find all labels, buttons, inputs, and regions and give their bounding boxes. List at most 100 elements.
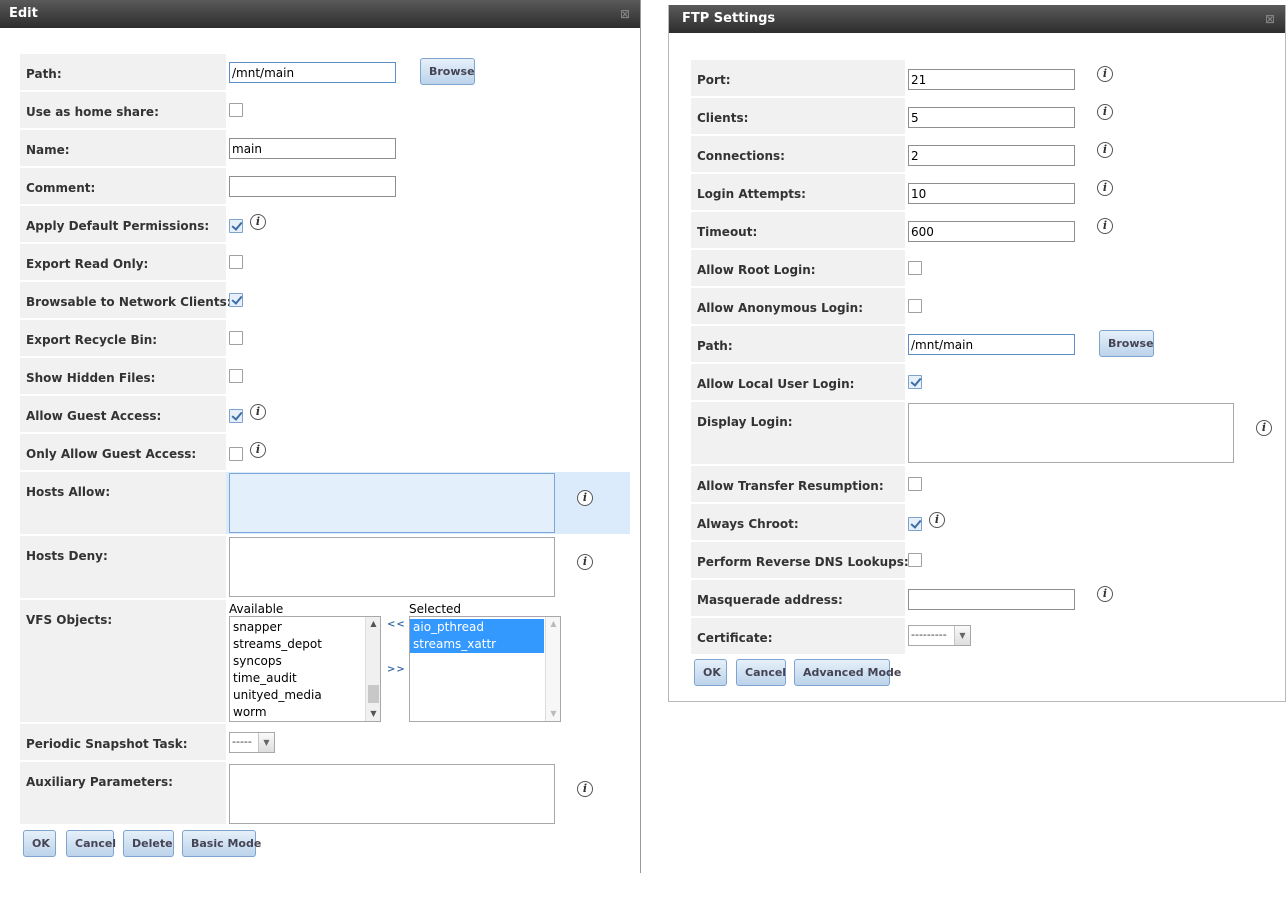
port-input[interactable]: 21 [908,69,1075,90]
browse-button[interactable]: Browse [420,58,475,85]
delete-button[interactable]: Delete [123,830,174,857]
close-icon[interactable]: ⊠ [618,0,632,28]
path-row: Path: /mnt/main Browse [20,54,490,90]
port-label: Port: [691,60,905,96]
list-item[interactable]: streams_depot [230,636,380,653]
display-login-textarea[interactable] [908,403,1234,463]
name-input[interactable]: main [229,138,396,159]
connections-row: Connections: 2 i [691,136,1113,172]
info-icon[interactable]: i [577,781,593,797]
close-icon[interactable]: ⊠ [1263,5,1277,33]
chevron-down-icon[interactable]: ▼ [258,733,274,752]
browse-button[interactable]: Browse [1099,330,1154,357]
clients-input[interactable]: 5 [908,107,1075,128]
guest-only-checkbox[interactable] [229,447,243,461]
guest-only-label: Only Allow Guest Access: [20,434,226,470]
list-item[interactable]: streams_xattr [410,636,544,653]
guest-label: Allow Guest Access: [20,396,226,432]
home-share-checkbox[interactable] [229,103,243,117]
info-icon[interactable]: i [1097,586,1113,602]
basic-mode-button[interactable]: Basic Mode [182,830,261,857]
clients-row: Clients: 5 i [691,98,1113,134]
vfs-selected-list[interactable]: aio_pthread streams_xattr ▲ ▼ [409,616,561,722]
scroll-up-icon[interactable]: ▲ [546,617,560,631]
info-icon[interactable]: i [1097,104,1113,120]
edit-dialog: Edit ⊠ Path: /mnt/main Browse Use as hom… [0,0,641,873]
local-login-checkbox[interactable] [908,375,922,389]
info-icon[interactable]: i [1097,180,1113,196]
browsable-label: Browsable to Network Clients: [20,282,232,318]
masquerade-label: Masquerade address: [691,580,905,616]
vfs-selected-scrollbar[interactable]: ▲ ▼ [545,617,560,721]
login-attempts-input[interactable]: 10 [908,183,1075,204]
scroll-up-icon[interactable]: ▲ [366,617,380,631]
ok-button[interactable]: OK [694,659,727,686]
vfs-label: VFS Objects: [20,600,226,722]
certificate-select[interactable]: --------- ▼ [908,625,971,646]
timeout-input[interactable]: 600 [908,221,1075,242]
move-right-button[interactable]: >> [387,664,406,675]
ftp-titlebar[interactable]: FTP Settings ⊠ [669,5,1285,33]
ftp-path-input[interactable]: /mnt/main [908,334,1075,355]
info-icon[interactable]: i [577,490,593,506]
recycle-checkbox[interactable] [229,331,243,345]
info-icon[interactable]: i [250,442,266,458]
certificate-row: Certificate: --------- ▼ [691,618,971,654]
comment-input[interactable] [229,176,396,197]
default-perms-checkbox[interactable] [229,219,243,233]
aux-textarea[interactable] [229,764,555,824]
scroll-down-icon[interactable]: ▼ [366,707,380,721]
info-icon[interactable]: i [577,554,593,570]
scroll-down-icon[interactable]: ▼ [546,707,560,721]
ok-button[interactable]: OK [23,830,56,857]
info-icon[interactable]: i [1097,142,1113,158]
info-icon[interactable]: i [250,214,266,230]
aux-label: Auxiliary Parameters: [20,762,226,824]
login-attempts-row: Login Attempts: 10 i [691,174,1113,210]
info-icon[interactable]: i [929,512,945,528]
vfs-available-scrollbar[interactable]: ▲ ▼ [365,617,380,721]
root-login-checkbox[interactable] [908,261,922,275]
anon-login-checkbox[interactable] [908,299,922,313]
list-item[interactable]: aio_pthread [410,619,544,636]
resume-row: Allow Transfer Resumption: [691,466,922,502]
info-icon[interactable]: i [1097,218,1113,234]
chroot-checkbox[interactable] [908,517,922,531]
guest-row: Allow Guest Access: i [20,396,266,432]
scroll-thumb[interactable] [368,685,379,703]
info-icon[interactable]: i [250,404,266,420]
snapshot-select[interactable]: ----- ▼ [229,732,275,753]
hosts-deny-row: Hosts Deny: i [20,536,593,598]
edit-titlebar[interactable]: Edit ⊠ [0,0,640,28]
list-item[interactable]: snapper [230,619,380,636]
ftp-dialog: FTP Settings ⊠ Port: 21 i Clients: 5 i C… [668,5,1286,702]
hosts-deny-label: Hosts Deny: [20,536,226,598]
hidden-files-checkbox[interactable] [229,369,243,383]
masquerade-input[interactable] [908,589,1075,610]
read-only-checkbox[interactable] [229,255,243,269]
certificate-label: Certificate: [691,618,905,654]
reverse-dns-checkbox[interactable] [908,553,922,567]
hosts-allow-textarea[interactable] [229,473,555,533]
hosts-deny-textarea[interactable] [229,537,555,597]
move-left-button[interactable]: << [387,619,406,630]
path-input[interactable]: /mnt/main [229,62,396,83]
port-row: Port: 21 i [691,60,1113,96]
reverse-dns-label: Perform Reverse DNS Lookups: [691,542,909,578]
advanced-mode-button[interactable]: Advanced Mode [794,659,901,686]
browsable-checkbox[interactable] [229,293,243,307]
list-item[interactable]: unityed_media [230,687,380,704]
resume-checkbox[interactable] [908,477,922,491]
ftp-path-row: Path: /mnt/main Browse [691,326,1154,362]
info-icon[interactable]: i [1097,66,1113,82]
list-item[interactable]: worm [230,704,380,721]
guest-checkbox[interactable] [229,409,243,423]
vfs-available-list[interactable]: snapper streams_depot syncops time_audit… [229,616,381,722]
cancel-button[interactable]: Cancel [736,659,786,686]
cancel-button[interactable]: Cancel [66,830,116,857]
info-icon[interactable]: i [1256,420,1272,436]
list-item[interactable]: time_audit [230,670,380,687]
connections-input[interactable]: 2 [908,145,1075,166]
list-item[interactable]: syncops [230,653,380,670]
chevron-down-icon[interactable]: ▼ [954,626,970,645]
